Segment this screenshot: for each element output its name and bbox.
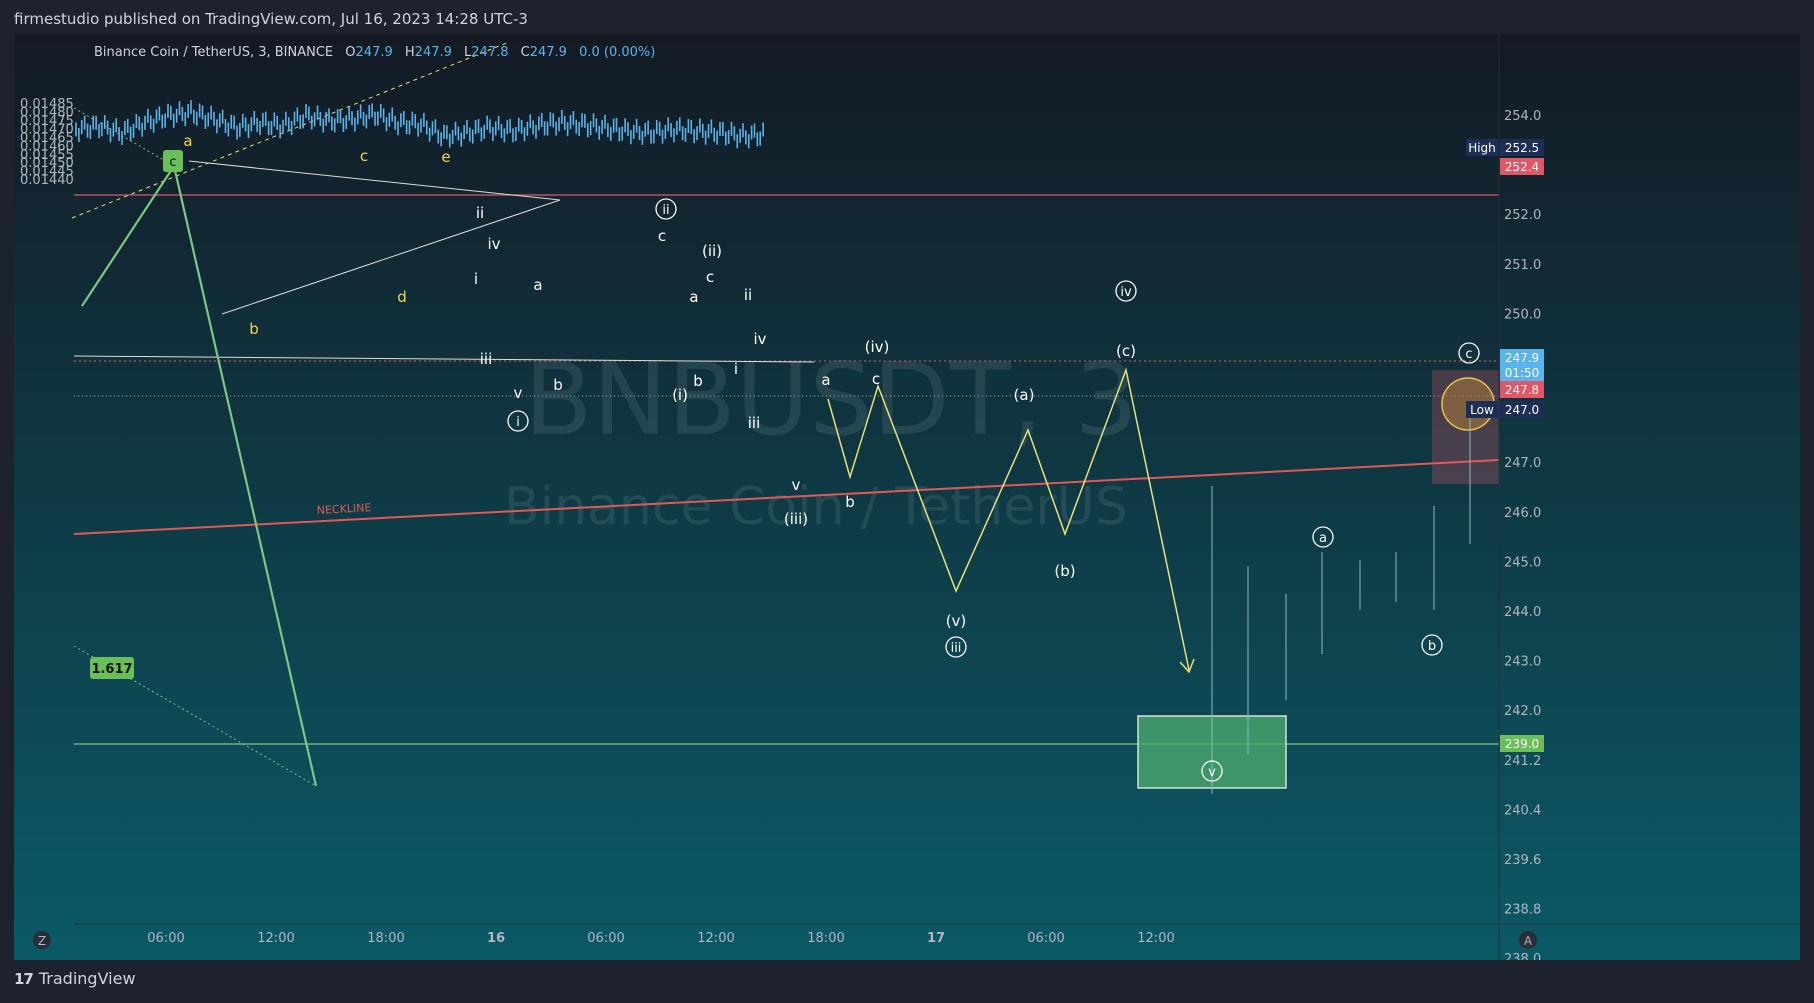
right-axis-tick: 251.0 bbox=[1504, 258, 1541, 273]
wave-label: iv bbox=[753, 330, 766, 348]
wave-label: iii bbox=[748, 414, 761, 432]
bottom-bar: 17 TradingView bbox=[0, 962, 1814, 1003]
wave-label: c bbox=[706, 268, 714, 286]
right-axis-tick: 244.0 bbox=[1504, 605, 1541, 620]
legend-symbol: Binance Coin / TetherUS, 3, BINANCE bbox=[94, 45, 334, 60]
legend-close: 247.9 bbox=[529, 45, 567, 60]
wave-label: a bbox=[183, 132, 192, 150]
wave-label: iv bbox=[487, 235, 500, 253]
wave-label: iv bbox=[1120, 285, 1132, 300]
x-axis-tick: 17 bbox=[927, 931, 945, 946]
right-axis-tick: 238.8 bbox=[1504, 903, 1541, 918]
x-axis-tick: 06:00 bbox=[147, 931, 184, 946]
legend-low: 247.8 bbox=[471, 45, 509, 60]
wave-label: iii bbox=[951, 641, 962, 656]
right-axis-tick: 250.0 bbox=[1504, 307, 1541, 322]
price-tag-label: High bbox=[1468, 141, 1496, 155]
x-axis-tick: 16 bbox=[487, 931, 505, 946]
wave-label: iii bbox=[480, 350, 493, 368]
right-axis-tick: 238.0 bbox=[1504, 952, 1541, 960]
wave-label: b bbox=[845, 493, 855, 511]
z-button-label: Z bbox=[38, 934, 46, 948]
x-axis-tick: 12:00 bbox=[697, 931, 734, 946]
wave-label: a bbox=[1319, 531, 1327, 546]
left-axis-tick: 0.01440 bbox=[20, 173, 74, 188]
wave-label: (iii) bbox=[784, 510, 808, 528]
price-tag-countdown: 01:50 bbox=[1505, 366, 1540, 380]
legend-change: 0.0 (0.00%) bbox=[579, 45, 656, 60]
price-chart[interactable]: BNBUSDT, 3Binance Coin / TetherUS NECKLI… bbox=[14, 34, 1800, 960]
wave-label: (i) bbox=[672, 386, 688, 404]
wave-label: (c) bbox=[1116, 342, 1136, 360]
wave-label: (v) bbox=[946, 612, 967, 630]
a-button-label: A bbox=[1524, 934, 1533, 948]
wave-label: a bbox=[533, 276, 542, 294]
price-tag-value: 239.0 bbox=[1505, 737, 1539, 751]
right-axis-tick: 240.4 bbox=[1504, 803, 1541, 818]
x-axis-tick: 18:00 bbox=[367, 931, 404, 946]
wave-label: i bbox=[734, 360, 738, 378]
x-axis-tick: 18:00 bbox=[807, 931, 844, 946]
wave-label: d bbox=[397, 288, 407, 306]
symbol-legend: Binance Coin / TetherUS, 3, BINANCE O247… bbox=[94, 45, 655, 60]
price-tag-value: 247.9 bbox=[1505, 351, 1539, 365]
wave-label: (b) bbox=[1054, 562, 1075, 580]
price-tag-value: 247.8 bbox=[1505, 383, 1539, 397]
right-axis-tick: 243.0 bbox=[1504, 655, 1541, 670]
chart-area[interactable]: BNBUSDT, 3 Binance Coin / TetherUS NECKLI… bbox=[14, 34, 1800, 960]
right-axis-tick: 247.0 bbox=[1504, 456, 1541, 471]
legend-o-label: O bbox=[345, 45, 356, 60]
wave-label: i bbox=[516, 415, 520, 430]
wave-label: (ii) bbox=[702, 242, 722, 260]
legend-c-label: C bbox=[520, 45, 530, 60]
right-axis-tick: 239.6 bbox=[1504, 853, 1541, 868]
right-axis-tick: 241.2 bbox=[1504, 754, 1541, 769]
wave-label: v bbox=[1208, 765, 1216, 780]
wave-label: a bbox=[821, 371, 830, 389]
x-axis-tick: 06:00 bbox=[587, 931, 624, 946]
wave-label: (iv) bbox=[865, 338, 890, 356]
watermark-ticker: BNBUSDT, 3 bbox=[524, 341, 1138, 458]
legend-high: 247.9 bbox=[414, 45, 452, 60]
fib-level-label: 1.617 bbox=[91, 662, 132, 677]
wave-label: (a) bbox=[1014, 386, 1035, 404]
wave-label: ii bbox=[744, 286, 752, 304]
price-tag-value: 247.0 bbox=[1505, 403, 1539, 417]
legend-h-label: H bbox=[404, 45, 415, 60]
price-tag-value: 252.5 bbox=[1505, 141, 1539, 155]
right-axis-tick: 242.0 bbox=[1504, 704, 1541, 719]
wave-label: v bbox=[792, 476, 801, 494]
x-axis-tick: 12:00 bbox=[1137, 931, 1174, 946]
tradingview-logo[interactable]: 17 TradingView bbox=[14, 969, 136, 988]
top-bar: firmestudio published on TradingView.com… bbox=[0, 0, 1814, 34]
wave-label: b bbox=[693, 372, 703, 390]
right-axis-tick: 245.0 bbox=[1504, 555, 1541, 570]
wave-label: c bbox=[1465, 347, 1472, 362]
wave-label: v bbox=[514, 384, 523, 402]
wave-label: b bbox=[553, 376, 563, 394]
legend-open: 247.9 bbox=[355, 45, 393, 60]
publisher-text: firmestudio published on TradingView.com… bbox=[14, 10, 528, 28]
x-axis-tick: 12:00 bbox=[257, 931, 294, 946]
wave-label: c bbox=[360, 147, 368, 165]
wave-label: i bbox=[474, 270, 478, 288]
tradingview-mark-icon: 17 bbox=[14, 969, 34, 988]
x-axis-tick: 06:00 bbox=[1027, 931, 1064, 946]
brand-label: TradingView bbox=[38, 969, 136, 988]
right-axis-tick: 254.0 bbox=[1504, 109, 1541, 124]
wave-label: ii bbox=[662, 203, 669, 218]
wave-label: b bbox=[249, 320, 259, 338]
wave-label: b bbox=[1428, 639, 1436, 654]
price-tag-label: Low bbox=[1470, 403, 1494, 417]
right-axis-tick: 252.0 bbox=[1504, 208, 1541, 223]
wave-label: c bbox=[872, 370, 880, 388]
right-axis-tick: 246.0 bbox=[1504, 506, 1541, 521]
wave-c-tag-label: c bbox=[169, 155, 176, 170]
wave-label: e bbox=[441, 148, 450, 166]
wave-label: a bbox=[689, 288, 698, 306]
wave-label: ii bbox=[476, 204, 484, 222]
wave-label: c bbox=[658, 227, 666, 245]
price-tag-value: 252.4 bbox=[1505, 160, 1539, 174]
